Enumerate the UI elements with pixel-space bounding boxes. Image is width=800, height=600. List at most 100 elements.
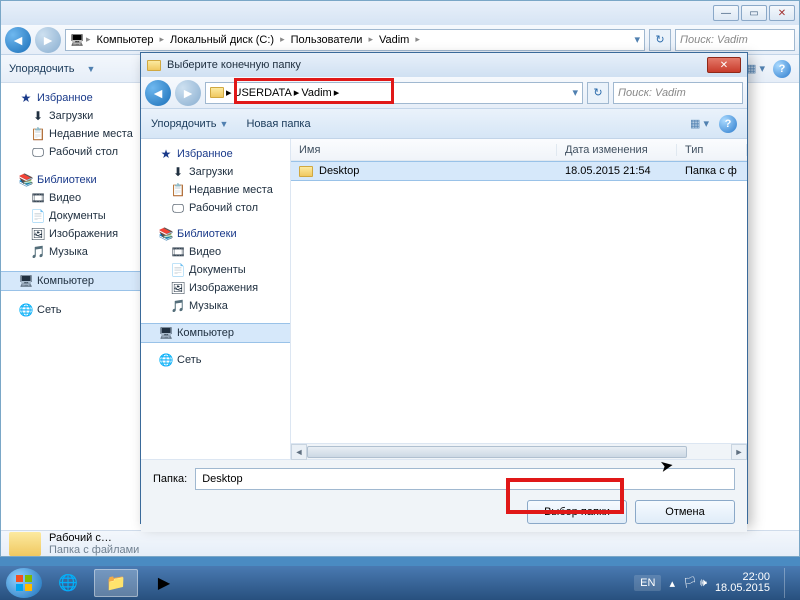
breadcrumb-separator: ▸ (86, 34, 91, 45)
network-icon: 🌐 (19, 303, 33, 317)
scroll-thumb[interactable] (307, 446, 687, 458)
libraries-group[interactable]: 📚Библиотеки (1, 171, 145, 189)
parent-sidebar: ★Избранное ⬇Загрузки 📋Недавние места 🖵Ра… (1, 83, 146, 530)
sidebar-item-recent[interactable]: 📋Недавние места (141, 181, 290, 199)
sidebar-item-music[interactable]: 🎵Музыка (1, 243, 145, 261)
system-tray: EN ▴ 🏳 🕪 22:00 18.05.2015 (634, 568, 794, 598)
organize-menu[interactable]: Упорядочить ▼ (151, 118, 228, 130)
computer-icon: 🖥 (159, 326, 173, 340)
star-icon: ★ (159, 147, 173, 161)
sidebar-item-documents[interactable]: 📄Документы (1, 207, 145, 225)
search-input[interactable]: Поиск: Vadim (613, 82, 743, 104)
search-input[interactable]: Поиск: Vadim (675, 29, 795, 51)
back-button[interactable]: ◄ (5, 27, 31, 53)
close-button[interactable]: ✕ (707, 57, 741, 73)
sidebar-item-music[interactable]: 🎵Музыка (141, 297, 290, 315)
folder-icon (210, 87, 224, 98)
breadcrumb[interactable]: Vadim (301, 87, 331, 99)
maximize-button[interactable]: ▭ (741, 5, 767, 21)
item-name: Desktop (319, 165, 359, 177)
folder-icon (299, 166, 313, 177)
dropdown-icon[interactable]: ▾ (572, 86, 578, 99)
dropdown-icon[interactable]: ▼ (86, 64, 95, 74)
sidebar-item-video[interactable]: 🎞Видео (1, 189, 145, 207)
sidebar-item-images[interactable]: 🖼Изображения (1, 225, 145, 243)
sidebar-item-computer[interactable]: 🖥Компьютер (1, 271, 145, 291)
dialog-toolbar: Упорядочить ▼ Новая папка ▦ ▾ ? (141, 109, 747, 139)
sidebar-item-images[interactable]: 🖼Изображения (141, 279, 290, 297)
folder-icon (9, 532, 41, 556)
sidebar-item-network[interactable]: 🌐Сеть (1, 301, 145, 319)
breadcrumb[interactable]: USERDATA (234, 87, 292, 99)
file-list: Имя Дата изменения Тип Desktop 18.05.201… (291, 139, 747, 459)
folder-picker-dialog: Выберите конечную папку ✕ ◄ ► ▸ USERDATA… (140, 52, 748, 524)
column-date[interactable]: Дата изменения (557, 144, 677, 156)
list-item[interactable]: Desktop 18.05.2015 21:54 Папка с ф (291, 161, 747, 181)
column-name[interactable]: Имя (291, 144, 557, 156)
sidebar-item-network[interactable]: 🌐Сеть (141, 351, 290, 369)
favorites-group[interactable]: ★Избранное (1, 89, 145, 107)
refresh-button[interactable]: ↻ (587, 82, 609, 104)
forward-button[interactable]: ► (35, 27, 61, 53)
help-button[interactable]: ? (773, 60, 791, 78)
new-folder-button[interactable]: Новая папка (246, 118, 310, 130)
network-icon: 🌐 (159, 353, 173, 367)
view-menu-icon[interactable]: ▦ ▾ (746, 62, 765, 75)
music-icon: 🎵 (171, 299, 185, 313)
tray-expand-icon[interactable]: ▴ (669, 577, 675, 590)
sidebar-item-downloads[interactable]: ⬇Загрузки (1, 107, 145, 125)
dialog-titlebar[interactable]: Выберите конечную папку ✕ (141, 53, 747, 77)
recent-icon: 📋 (31, 127, 45, 141)
select-folder-button[interactable]: Выбор папки (527, 500, 627, 524)
back-button[interactable]: ◄ (145, 80, 171, 106)
taskbar-media[interactable]: ▶ (142, 569, 186, 597)
minimize-button[interactable]: — (713, 5, 739, 21)
forward-button[interactable]: ► (175, 80, 201, 106)
library-icon: 📚 (159, 227, 173, 241)
sidebar-item-desktop[interactable]: 🖵Рабочий стол (141, 199, 290, 217)
windows-logo-icon (14, 573, 34, 593)
close-button[interactable]: ✕ (769, 5, 795, 21)
sidebar-item-recent[interactable]: 📋Недавние места (1, 125, 145, 143)
dropdown-icon[interactable]: ▾ (634, 33, 640, 46)
cancel-button[interactable]: Отмена (635, 500, 735, 524)
dialog-footer: Папка: Выбор папки Отмена (141, 459, 747, 532)
language-indicator[interactable]: EN (634, 575, 661, 591)
parent-nav-bar: ◄ ► 🖥 ▸ Компьютер ▸ Локальный диск (C:) … (1, 25, 799, 55)
images-icon: 🖼 (171, 281, 185, 295)
music-icon: 🎵 (31, 245, 45, 259)
scroll-left-button[interactable]: ◄ (291, 444, 307, 460)
breadcrumb[interactable]: Компьютер (93, 34, 158, 46)
address-bar[interactable]: 🖥 ▸ Компьютер ▸ Локальный диск (C:) ▸ По… (65, 29, 645, 51)
taskbar: 🌐 📁 ▶ EN ▴ 🏳 🕪 22:00 18.05.2015 (0, 566, 800, 600)
breadcrumb[interactable]: Пользователи (287, 34, 367, 46)
taskbar-explorer[interactable]: 📁 (94, 569, 138, 597)
column-type[interactable]: Тип (677, 144, 747, 156)
start-button[interactable] (6, 568, 42, 598)
sidebar-item-documents[interactable]: 📄Документы (141, 261, 290, 279)
scroll-right-button[interactable]: ► (731, 444, 747, 460)
sidebar-item-video[interactable]: 🎞Видео (141, 243, 290, 261)
view-menu-icon[interactable]: ▦ ▾ (690, 117, 709, 130)
organize-menu[interactable]: Упорядочить (9, 63, 74, 75)
computer-icon: 🖥 (70, 33, 84, 47)
favorites-group[interactable]: ★Избранное (141, 145, 290, 163)
library-icon: 📚 (19, 173, 33, 187)
breadcrumb[interactable]: Локальный диск (C:) (166, 34, 278, 46)
sidebar-item-downloads[interactable]: ⬇Загрузки (141, 163, 290, 181)
address-bar[interactable]: ▸ USERDATA ▸ Vadim ▸ ▾ (205, 82, 583, 104)
sidebar-item-computer[interactable]: 🖥Компьютер (141, 323, 290, 343)
sidebar-item-desktop[interactable]: 🖵Рабочий стол (1, 143, 145, 161)
refresh-button[interactable]: ↻ (649, 29, 671, 51)
clock[interactable]: 22:00 18.05.2015 (715, 572, 770, 594)
horizontal-scrollbar[interactable]: ◄ ► (291, 443, 747, 459)
show-desktop-button[interactable] (784, 568, 794, 598)
breadcrumb[interactable]: Vadim (375, 34, 413, 46)
help-button[interactable]: ? (719, 115, 737, 133)
tray-icons[interactable]: 🏳 🕪 (683, 576, 707, 590)
taskbar-ie[interactable]: 🌐 (46, 569, 90, 597)
folder-name-input[interactable] (195, 468, 735, 490)
libraries-group[interactable]: 📚Библиотеки (141, 225, 290, 243)
video-icon: 🎞 (31, 191, 45, 205)
folder-label: Папка: (153, 473, 187, 485)
